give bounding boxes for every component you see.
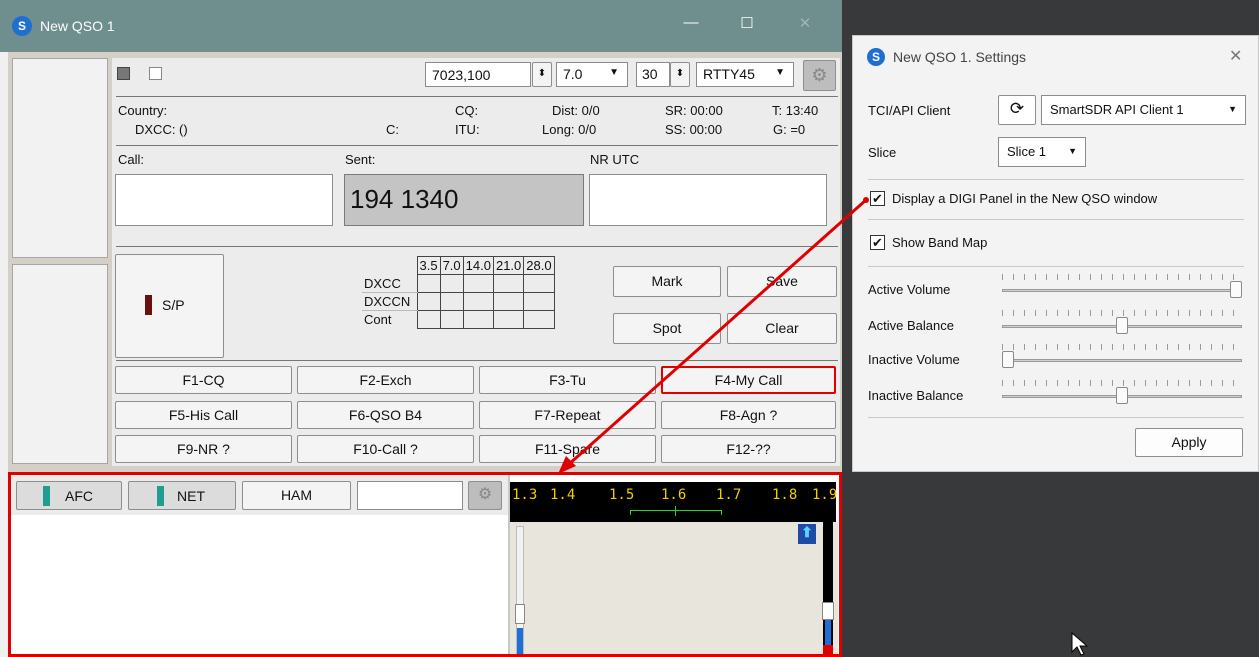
mouse-cursor-icon [1071, 632, 1089, 656]
arrow-tail [863, 197, 869, 203]
arrow-line [567, 198, 867, 467]
annotation-arrow [558, 197, 869, 474]
